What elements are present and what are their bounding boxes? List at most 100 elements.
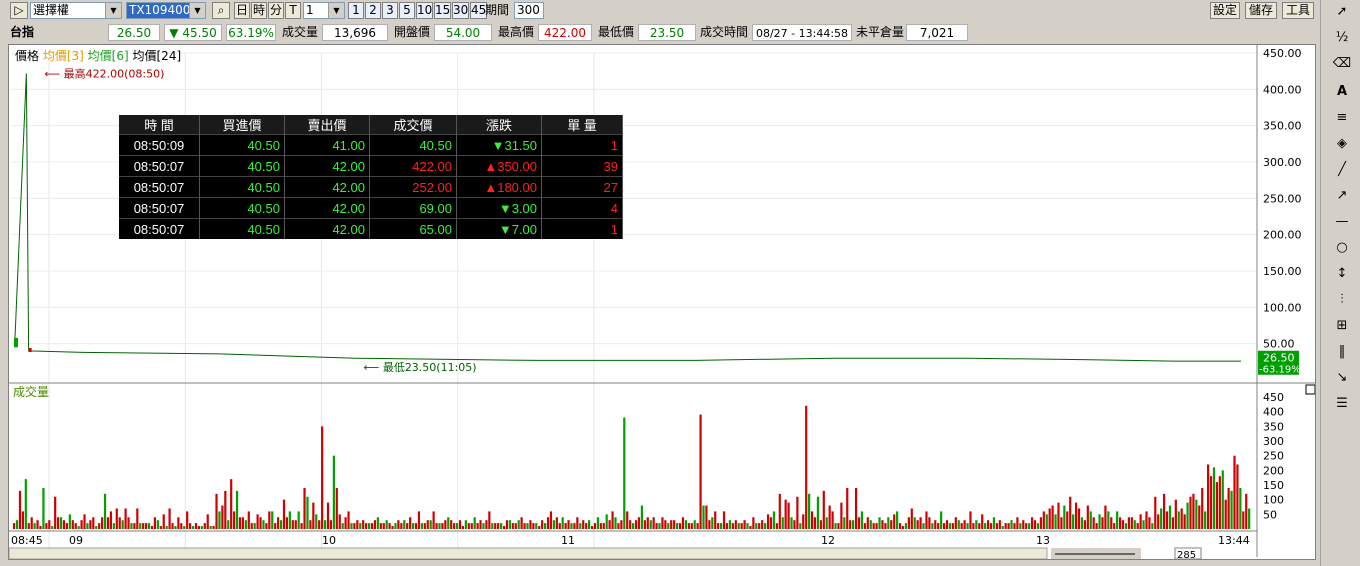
volume-value: 13,696 (322, 24, 388, 41)
volume-bar (772, 511, 776, 529)
volume-bar (86, 523, 89, 529)
vertical-marker-icon[interactable]: ↕ (1331, 264, 1353, 284)
horizontal-lines-icon[interactable]: ≡ (1331, 108, 1353, 128)
play-button[interactable]: ▷ (10, 2, 28, 19)
interval-select[interactable]: 1 ▼ (303, 2, 345, 19)
volume-bar (1142, 520, 1145, 529)
volume-bar (1001, 526, 1004, 529)
volume-bar (740, 523, 743, 529)
text-icon[interactable]: A (1331, 82, 1353, 102)
period-button-3[interactable]: T (285, 2, 301, 19)
volume-bar (453, 523, 456, 529)
search-icon[interactable]: ⌕ (212, 2, 230, 19)
text-cursor-icon[interactable]: ½ (1331, 28, 1353, 48)
volume-bar (1007, 523, 1010, 529)
volume-bar (24, 479, 27, 529)
volume-bar (1051, 505, 1054, 529)
volume-bar (579, 523, 582, 529)
x-tick-label: 09 (69, 534, 83, 547)
volume-bar (21, 511, 25, 529)
save-button[interactable]: 儲存 (1245, 2, 1277, 19)
volume-bar (910, 508, 913, 529)
volume-bar (898, 523, 902, 529)
volume-bar (995, 523, 998, 529)
volume-bar (244, 520, 247, 529)
volume-bar (960, 523, 963, 529)
volume-bar (347, 511, 350, 529)
last-price-label: 26.50 (1263, 352, 1295, 365)
volume-bar (1089, 511, 1092, 529)
period-input[interactable]: 300 (514, 2, 544, 19)
minute-button-5[interactable]: 5 (399, 2, 415, 19)
volume-bar (447, 517, 450, 529)
quote-info-row: 台指W19400P09 26.50 ▼ 45.50 63.19% 成交量 13,… (0, 23, 1320, 56)
tick-cell: 42.00 (284, 197, 370, 219)
minute-button-30[interactable]: 30 (452, 2, 469, 19)
volume-bar (1063, 505, 1066, 529)
arrow-line-icon[interactable]: ↗ (1331, 186, 1353, 206)
volume-bar (790, 517, 793, 529)
volume-bar (1030, 517, 1034, 529)
volume-bar (98, 523, 101, 529)
volume-bar (238, 517, 242, 529)
price-tick-label: 100.00 (1263, 301, 1302, 314)
volume-bar (972, 523, 975, 529)
period-button-1[interactable]: 時 (251, 2, 267, 19)
circle-icon[interactable]: ○ (1331, 238, 1353, 258)
volume-bar (54, 496, 57, 529)
vertical-lines-icon[interactable]: ‖ (1331, 342, 1353, 362)
grid-icon[interactable]: ⊞ (1331, 316, 1353, 336)
candle-icon[interactable]: ⫶ (1331, 290, 1353, 310)
volume-bar (866, 517, 869, 529)
period-button-2[interactable]: 分 (268, 2, 284, 19)
minute-button-10[interactable]: 10 (416, 2, 433, 19)
volume-bar (843, 517, 846, 529)
eraser-icon[interactable]: ⌫ (1331, 54, 1353, 74)
minute-button-3[interactable]: 3 (382, 2, 398, 19)
volume-bar (1083, 520, 1086, 529)
open-interest-value: 7,021 (906, 24, 968, 41)
trend-icon[interactable]: ↘ (1331, 368, 1353, 388)
volume-bar (1242, 511, 1245, 529)
settings-button[interactable]: 設定 (1210, 2, 1240, 19)
tick-cell: 41.00 (284, 134, 370, 156)
volume-bar (194, 523, 198, 529)
volume-bar (118, 517, 121, 529)
volume-bar (940, 511, 943, 529)
volume-bar (1121, 520, 1125, 529)
line-icon[interactable]: ╱ (1331, 160, 1353, 180)
volume-bar (678, 523, 682, 529)
minute-button-15[interactable]: 15 (434, 2, 451, 19)
volume-bar (109, 511, 113, 529)
horizontal-line-icon[interactable]: — (1331, 212, 1353, 232)
volume-bar (857, 517, 861, 529)
volume-bar (599, 523, 602, 529)
minute-button-1[interactable]: 1 (348, 2, 364, 19)
fibonacci-icon[interactable]: ☰ (1331, 394, 1353, 414)
table-row: 08:50:09 40.50 41.00 40.50 ▼31.50 1 (119, 134, 623, 156)
chart-panel: 450.00 400.00 350.00 300.00 250.00 200.00 150.… (8, 44, 1316, 560)
volume-bar (206, 514, 209, 529)
pointer-icon[interactable]: ➚ (1331, 2, 1353, 22)
volume-bar (1160, 508, 1163, 529)
volume-bar (288, 511, 291, 529)
tick-header-3: 成交價 (369, 115, 457, 135)
tools-button[interactable]: 工具 (1282, 2, 1314, 19)
volume-bar (546, 517, 550, 529)
minute-button-2[interactable]: 2 (365, 2, 381, 19)
volume-bar (676, 523, 679, 529)
volume-bar (549, 511, 553, 529)
volume-bar (614, 517, 617, 529)
volume-bar (212, 526, 215, 529)
product-select[interactable]: 選擇權 ▼ (30, 2, 122, 19)
contract-select[interactable]: TX109400I4 ▼ (126, 2, 206, 19)
price-tick-label: 200.00 (1263, 229, 1302, 242)
period-button-0[interactable]: 日 (234, 2, 250, 19)
fill-icon[interactable]: ◈ (1331, 134, 1353, 154)
volume-bar (881, 520, 884, 529)
volume-bar (852, 520, 855, 529)
volume-bar (860, 511, 864, 529)
volume-bar (708, 520, 711, 529)
volume-bar (1215, 482, 1218, 529)
tick-cell: 08:50:09 (119, 134, 200, 156)
